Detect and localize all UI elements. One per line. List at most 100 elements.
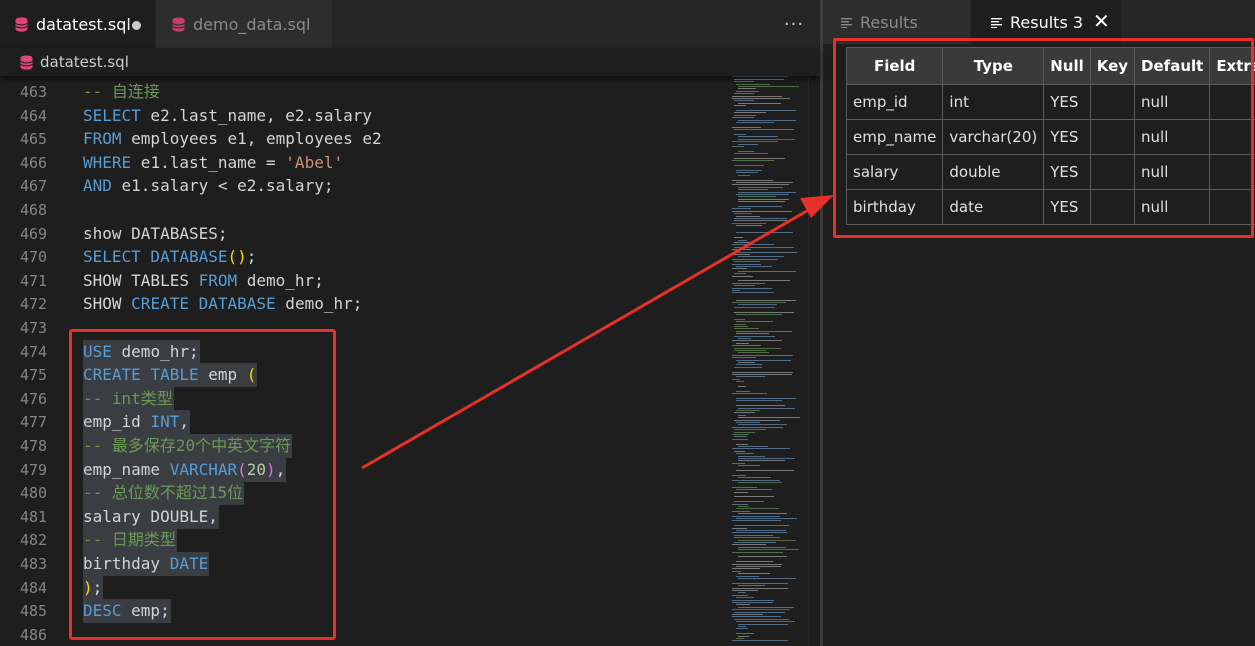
code-token: CREATE DATABASE <box>131 294 276 314</box>
list-lines-icon <box>991 17 1002 28</box>
minimap-line <box>734 218 787 219</box>
code-line[interactable]: 466 WHERE e1.last_name = 'Abel' <box>0 151 725 175</box>
minimap-line <box>732 354 793 356</box>
code-token: -- 自连接 <box>83 82 160 101</box>
tab-datatest-sql[interactable]: datatest.sql <box>0 0 155 48</box>
minimap[interactable] <box>730 72 805 646</box>
minimap-line <box>732 594 748 596</box>
minimap-line <box>732 515 780 517</box>
annotation-box-results <box>833 38 1254 238</box>
minimap-line <box>734 323 746 325</box>
minimap-line <box>736 110 796 111</box>
code-token: employees e1, employees e2 <box>121 129 382 149</box>
minimap-line <box>734 326 748 327</box>
minimap-line <box>736 422 760 423</box>
minimap-line <box>738 150 754 152</box>
minimap-line <box>734 153 768 155</box>
minimap-line <box>732 614 763 615</box>
code-line[interactable]: 464 SELECT e2.last_name, e2.salary <box>0 104 725 128</box>
minimap-line <box>738 386 746 387</box>
code-token: e1.salary < e2.salary; <box>111 176 334 196</box>
unsaved-dot-icon[interactable] <box>132 21 141 30</box>
more-actions-button[interactable]: ··· <box>782 10 806 38</box>
minimap-line <box>732 510 750 512</box>
code-line[interactable]: 472 SHOW CREATE DATABASE demo_hr; <box>0 292 725 316</box>
minimap-line <box>734 542 776 543</box>
code-line[interactable]: 471 SHOW TABLES FROM demo_hr; <box>0 269 725 293</box>
minimap-line <box>732 434 749 435</box>
line-number: 476 <box>20 389 48 408</box>
line-number: 470 <box>20 248 48 267</box>
minimap-line <box>738 138 795 140</box>
minimap-line <box>736 333 769 335</box>
minimap-line <box>734 537 780 539</box>
minimap-line <box>732 462 745 464</box>
close-icon[interactable]: ✕ <box>1093 9 1110 33</box>
minimap-line <box>732 263 761 265</box>
minimap-line <box>732 179 773 181</box>
minimap-line <box>736 376 765 378</box>
minimap-line <box>738 573 770 575</box>
line-number: 484 <box>20 578 48 597</box>
minimap-line <box>736 443 748 445</box>
line-number: 482 <box>20 531 48 550</box>
minimap-line <box>738 556 787 558</box>
minimap-line <box>738 186 783 188</box>
code-token: 'Abel' <box>285 152 344 172</box>
minimap-line <box>736 398 796 399</box>
code-token: SELECT DATABASE <box>83 247 228 267</box>
minimap-line <box>734 366 762 368</box>
code-line[interactable]: 468 <box>0 198 725 222</box>
minimap-line <box>734 129 794 131</box>
database-icon <box>20 54 33 70</box>
minimap-line <box>736 575 759 577</box>
minimap-line <box>734 285 755 287</box>
code-text: FROM employees e1, employees e2 <box>83 127 382 151</box>
code-line[interactable]: 467 AND e1.salary < e2.salary; <box>0 174 725 198</box>
minimap-line <box>732 520 781 522</box>
code-line[interactable]: 463 -- 自连接 <box>0 80 725 104</box>
minimap-line <box>738 362 755 363</box>
minimap-line <box>734 100 754 102</box>
minimap-line <box>734 242 754 243</box>
minimap-line <box>732 258 778 260</box>
line-number: 479 <box>20 460 48 479</box>
minimap-line <box>732 160 774 162</box>
minimap-line <box>738 549 799 551</box>
minimap-line <box>738 414 746 416</box>
minimap-line <box>736 453 754 455</box>
tab-demo-data-sql[interactable]: demo_data.sql <box>156 0 332 48</box>
minimap-line <box>738 513 787 515</box>
code-line[interactable]: 469 show DATABASES; <box>0 222 725 246</box>
minimap-line <box>738 174 750 176</box>
minimap-line <box>732 146 744 147</box>
minimap-line <box>736 530 786 531</box>
minimap-line <box>738 424 787 426</box>
minimap-line <box>734 450 745 452</box>
minimap-line <box>736 561 773 563</box>
minimap-line <box>738 280 790 282</box>
editor-scrollbar[interactable] <box>808 76 820 646</box>
breadcrumb[interactable]: datatest.sql <box>0 48 820 76</box>
line-number: 477 <box>20 413 48 432</box>
minimap-line <box>732 503 748 505</box>
line-number: 467 <box>20 177 48 196</box>
code-line[interactable]: 470 SELECT DATABASE(); <box>0 245 725 269</box>
minimap-line <box>738 189 768 191</box>
code-text: show DATABASES; <box>83 222 228 246</box>
code-line[interactable]: 465 FROM employees e1, employees e2 <box>0 127 725 151</box>
code-text: SELECT DATABASE(); <box>83 245 256 269</box>
minimap-line <box>732 210 792 212</box>
minimap-line <box>732 275 753 277</box>
minimap-line <box>738 623 788 625</box>
minimap-line <box>732 378 740 380</box>
line-number: 478 <box>20 437 48 455</box>
minimap-line <box>732 141 778 143</box>
minimap-line <box>736 390 750 392</box>
minimap-line <box>732 527 747 529</box>
minimap-line <box>738 270 796 272</box>
minimap-line <box>732 95 782 97</box>
minimap-line <box>734 93 754 95</box>
minimap-line <box>732 448 790 450</box>
line-number: 471 <box>20 271 48 290</box>
